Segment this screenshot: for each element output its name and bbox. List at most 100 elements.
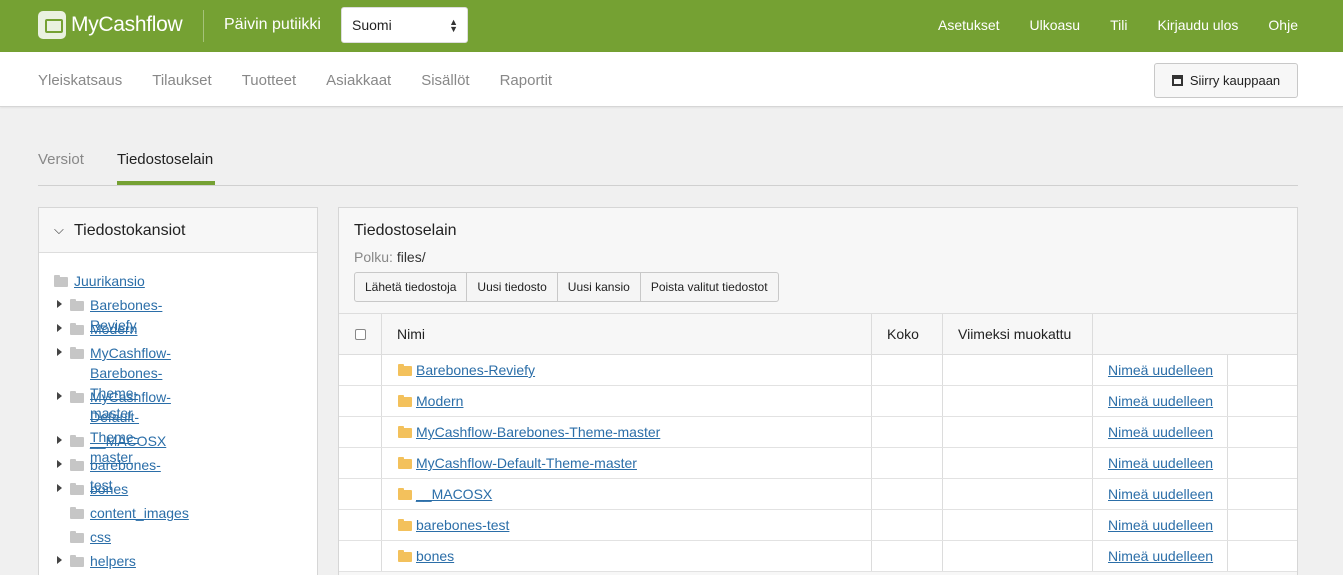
column-divider bbox=[1227, 355, 1228, 385]
language-select[interactable]: Suomi ▲ ▼ bbox=[341, 7, 468, 43]
upload-files-button[interactable]: Lähetä tiedostoja bbox=[355, 273, 468, 301]
column-divider bbox=[381, 386, 382, 416]
main-nav-orders[interactable]: Tilaukset bbox=[152, 72, 211, 89]
tab-file-browser[interactable]: Tiedostoselain bbox=[117, 151, 213, 168]
table-header: Nimi Koko Viimeksi muokattu bbox=[339, 314, 1297, 355]
column-divider bbox=[871, 541, 872, 571]
folder-icon bbox=[70, 459, 84, 471]
column-divider bbox=[1092, 448, 1093, 478]
rename-link[interactable]: Nimeä uudelleen bbox=[1108, 517, 1213, 533]
expand-arrow-icon[interactable] bbox=[57, 556, 62, 564]
column-divider bbox=[1092, 479, 1093, 509]
file-name[interactable]: Modern bbox=[416, 393, 463, 409]
column-size[interactable]: Koko bbox=[887, 326, 919, 342]
language-value: Suomi bbox=[352, 17, 392, 33]
rename-link[interactable]: Nimeä uudelleen bbox=[1108, 393, 1213, 409]
file-name[interactable]: MyCashflow-Barebones-Theme-master bbox=[416, 424, 660, 440]
column-divider bbox=[942, 417, 943, 447]
column-divider bbox=[381, 417, 382, 447]
tree-root[interactable]: Juurikansio bbox=[74, 271, 145, 291]
expand-arrow-icon[interactable] bbox=[57, 484, 62, 492]
column-name[interactable]: Nimi bbox=[397, 326, 425, 342]
sub-tabs: Versiot Tiedostoselain bbox=[38, 107, 1298, 186]
column-divider bbox=[1227, 479, 1228, 509]
tree-item[interactable]: helpers bbox=[90, 551, 136, 571]
main-nav-reports[interactable]: Raportit bbox=[500, 72, 553, 89]
tab-versions[interactable]: Versiot bbox=[38, 151, 84, 168]
tree-item[interactable]: css bbox=[90, 527, 111, 547]
table-row[interactable]: MyCashflow-Barebones-Theme-master Nimeä u… bbox=[339, 417, 1297, 448]
rename-link[interactable]: Nimeä uudelleen bbox=[1108, 455, 1213, 471]
file-name[interactable]: Barebones-Reviefy bbox=[416, 362, 535, 378]
folder-icon bbox=[398, 364, 412, 376]
select-all-checkbox[interactable] bbox=[355, 329, 366, 340]
go-to-store-button[interactable]: Siirry kauppaan bbox=[1154, 63, 1298, 98]
expand-arrow-icon[interactable] bbox=[57, 348, 62, 356]
logo[interactable]: MyCashflow bbox=[38, 11, 183, 39]
folder-icon bbox=[398, 426, 412, 438]
file-name[interactable]: __MACOSX bbox=[416, 486, 492, 502]
path-value: files/ bbox=[396, 249, 426, 265]
active-tab-indicator bbox=[117, 181, 215, 185]
tree-item[interactable]: Modern bbox=[90, 319, 137, 339]
main-nav-products[interactable]: Tuotteet bbox=[242, 72, 296, 89]
delete-selected-button[interactable]: Poista valitut tiedostot bbox=[641, 273, 778, 301]
folders-panel-title: Tiedostokansiot bbox=[74, 222, 186, 239]
file-name[interactable]: MyCashflow-Default-Theme-master bbox=[416, 455, 637, 471]
column-divider bbox=[381, 448, 382, 478]
file-name[interactable]: bones bbox=[416, 548, 454, 564]
column-divider bbox=[871, 510, 872, 540]
nav-appearance[interactable]: Ulkoasu bbox=[1030, 17, 1081, 33]
expand-arrow-icon[interactable] bbox=[57, 300, 62, 308]
table-row[interactable]: Modern Nimeä uudelleen bbox=[339, 386, 1297, 417]
column-divider bbox=[942, 541, 943, 571]
new-folder-button[interactable]: Uusi kansio bbox=[558, 273, 641, 301]
rename-link[interactable]: Nimeä uudelleen bbox=[1108, 424, 1213, 440]
table-row[interactable]: MyCashflow-Default-Theme-master Nimeä uud… bbox=[339, 448, 1297, 479]
select-arrows-icon: ▲ ▼ bbox=[449, 17, 458, 34]
column-divider bbox=[871, 417, 872, 447]
new-file-button[interactable]: Uusi tiedosto bbox=[467, 273, 558, 301]
main-nav-customers[interactable]: Asiakkaat bbox=[326, 72, 391, 89]
table-row[interactable]: __MACOSX Nimeä uudelleen bbox=[339, 479, 1297, 510]
column-divider bbox=[1227, 510, 1228, 540]
cart-icon bbox=[38, 11, 66, 39]
main-nav: Yleiskatsaus Tilaukset Tuotteet Asiakkaa… bbox=[0, 52, 1343, 107]
file-browser-panel: Tiedostoselain Polku: files/ Lähetä tied… bbox=[338, 207, 1298, 575]
tree-item[interactable]: bones bbox=[90, 479, 128, 499]
tree-item[interactable]: __MACOSX bbox=[90, 431, 166, 451]
expand-arrow-icon[interactable] bbox=[57, 392, 62, 400]
column-divider bbox=[381, 541, 382, 571]
column-divider bbox=[871, 386, 872, 416]
rename-link[interactable]: Nimeä uudelleen bbox=[1108, 362, 1213, 378]
column-divider bbox=[381, 479, 382, 509]
path-label: Polku: bbox=[354, 249, 393, 265]
folder-icon bbox=[70, 299, 84, 311]
column-divider bbox=[942, 479, 943, 509]
expand-arrow-icon[interactable] bbox=[57, 436, 62, 444]
folders-panel-header[interactable]: ⌵ Tiedostokansiot bbox=[39, 208, 317, 253]
table-row[interactable]: Barebones-Reviefy Nimeä uudelleen bbox=[339, 355, 1297, 386]
folder-icon bbox=[398, 457, 412, 469]
main-nav-overview[interactable]: Yleiskatsaus bbox=[38, 72, 122, 89]
folder-icon bbox=[70, 391, 84, 403]
rename-link[interactable]: Nimeä uudelleen bbox=[1108, 486, 1213, 502]
nav-logout[interactable]: Kirjaudu ulos bbox=[1157, 17, 1238, 33]
nav-settings[interactable]: Asetukset bbox=[938, 17, 999, 33]
divider bbox=[203, 10, 204, 42]
column-divider bbox=[871, 314, 872, 354]
folder-icon bbox=[398, 550, 412, 562]
table-row[interactable]: bones Nimeä uudelleen bbox=[339, 541, 1297, 572]
nav-account[interactable]: Tili bbox=[1110, 17, 1127, 33]
rename-link[interactable]: Nimeä uudelleen bbox=[1108, 548, 1213, 564]
file-name[interactable]: barebones-test bbox=[416, 517, 509, 533]
main-nav-contents[interactable]: Sisällöt bbox=[421, 72, 469, 89]
tree-item[interactable]: content_images bbox=[90, 503, 189, 523]
nav-help[interactable]: Ohje bbox=[1268, 17, 1298, 33]
folder-icon bbox=[70, 435, 84, 447]
expand-arrow-icon[interactable] bbox=[57, 460, 62, 468]
path: Polku: files/ bbox=[354, 249, 426, 265]
expand-arrow-icon[interactable] bbox=[57, 324, 62, 332]
column-modified[interactable]: Viimeksi muokattu bbox=[958, 326, 1071, 342]
table-row[interactable]: barebones-test Nimeä uudelleen bbox=[339, 510, 1297, 541]
